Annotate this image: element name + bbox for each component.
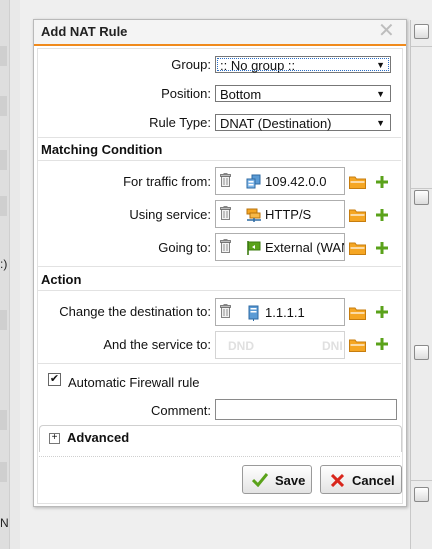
background-block — [0, 310, 7, 330]
rule-type-label: Rule Type: — [149, 115, 211, 130]
advanced-label: Advanced — [67, 430, 130, 445]
background-right-panel — [410, 20, 432, 549]
trash-icon[interactable] — [220, 173, 231, 187]
folder-icon[interactable] — [349, 338, 366, 352]
action-heading: Action — [41, 272, 82, 287]
traffic-from-object-box[interactable]: 109.42.0.0 — [215, 167, 345, 195]
advanced-panel[interactable]: + Advanced — [39, 425, 402, 452]
add-icon[interactable] — [376, 338, 388, 350]
cancel-button-label: Cancel — [352, 473, 395, 488]
dropdown-arrow-icon: ▼ — [376, 89, 385, 99]
folder-icon[interactable] — [349, 241, 366, 255]
section-divider — [37, 137, 401, 138]
background-text-fragment: :) — [0, 257, 8, 271]
group-label: Group: — [171, 57, 211, 72]
advanced-panel-bottom — [39, 456, 400, 457]
drop-placeholder: DND — [228, 339, 254, 353]
background-checkbox[interactable] — [414, 487, 429, 502]
comment-label: Comment: — [151, 403, 211, 418]
background-divider — [410, 480, 432, 481]
going-to-object-box[interactable]: External (WAN — [215, 233, 345, 261]
matching-condition-heading: Matching Condition — [41, 142, 163, 157]
background-block — [0, 96, 7, 116]
going-to-value: External (WAN — [265, 240, 345, 255]
trash-icon[interactable] — [220, 239, 231, 253]
save-button[interactable]: Save — [242, 465, 312, 494]
section-divider — [37, 160, 401, 161]
position-select-value: Bottom — [220, 87, 262, 102]
section-divider — [37, 290, 401, 291]
automatic-firewall-label: Automatic Firewall rule — [68, 375, 200, 390]
add-icon[interactable] — [376, 242, 388, 254]
cancel-x-icon — [331, 474, 344, 487]
using-service-label: Using service: — [129, 207, 211, 222]
checkmark-icon — [252, 473, 268, 487]
background-block — [0, 462, 7, 482]
background-block — [0, 410, 7, 430]
save-button-label: Save — [275, 473, 306, 488]
background-block — [0, 46, 7, 66]
background-checkbox[interactable] — [414, 190, 429, 205]
dialog-title: Add NAT Rule — [41, 24, 128, 39]
background-divider — [410, 46, 432, 47]
dropdown-arrow-icon: ▼ — [376, 118, 385, 128]
rule-type-select-value: DNAT (Destination) — [220, 116, 332, 131]
service-group-icon — [246, 208, 261, 222]
dropdown-arrow-icon: ▼ — [376, 60, 385, 70]
group-select[interactable]: :: No group :: ▼ — [215, 56, 391, 73]
expand-icon[interactable]: + — [49, 433, 60, 444]
add-icon[interactable] — [376, 306, 388, 318]
position-select[interactable]: Bottom ▼ — [215, 85, 391, 102]
background-checkbox[interactable] — [414, 345, 429, 360]
host-icon — [248, 305, 259, 321]
group-select-value: :: No group :: — [220, 58, 296, 73]
add-icon[interactable] — [376, 176, 388, 188]
add-icon[interactable] — [376, 209, 388, 221]
background-text-fragment: N — [0, 516, 9, 530]
drop-placeholder: DNI — [322, 339, 343, 353]
comment-input[interactable] — [215, 399, 397, 420]
close-icon[interactable]: ✕ — [378, 20, 395, 42]
section-divider — [37, 266, 401, 267]
background-column — [9, 0, 20, 549]
using-service-value: HTTP/S — [265, 207, 312, 222]
add-nat-rule-dialog: Add NAT Rule ✕ Group: :: No group :: ▼ P… — [33, 19, 407, 507]
going-to-label: Going to: — [158, 240, 211, 255]
background-checkbox[interactable] — [414, 24, 429, 39]
background-divider — [410, 188, 432, 189]
network-icon — [246, 174, 261, 189]
background-left-panel — [0, 0, 20, 549]
folder-icon[interactable] — [349, 175, 366, 189]
trash-icon[interactable] — [220, 206, 231, 220]
traffic-from-value: 109.42.0.0 — [265, 174, 327, 189]
traffic-from-label: For traffic from: — [123, 174, 211, 189]
using-service-object-box[interactable]: HTTP/S — [215, 200, 345, 228]
and-service-label: And the service to: — [103, 337, 211, 352]
trash-icon[interactable] — [220, 304, 231, 318]
change-destination-value: 1.1.1.1 — [265, 305, 305, 320]
position-label: Position: — [161, 86, 211, 101]
cancel-button[interactable]: Cancel — [320, 465, 402, 494]
change-destination-label: Change the destination to: — [59, 304, 211, 319]
background-block — [0, 150, 7, 170]
interface-flag-icon — [247, 241, 261, 255]
and-service-drop-box[interactable]: DND DNI — [215, 331, 345, 359]
automatic-firewall-checkbox[interactable]: ✔ — [48, 373, 61, 386]
folder-icon[interactable] — [349, 208, 366, 222]
background-block — [0, 196, 7, 216]
folder-icon[interactable] — [349, 306, 366, 320]
section-divider — [37, 363, 401, 364]
dialog-titlebar: Add NAT Rule ✕ — [34, 20, 406, 46]
change-destination-object-box[interactable]: 1.1.1.1 — [215, 298, 345, 326]
rule-type-select[interactable]: DNAT (Destination) ▼ — [215, 114, 391, 131]
